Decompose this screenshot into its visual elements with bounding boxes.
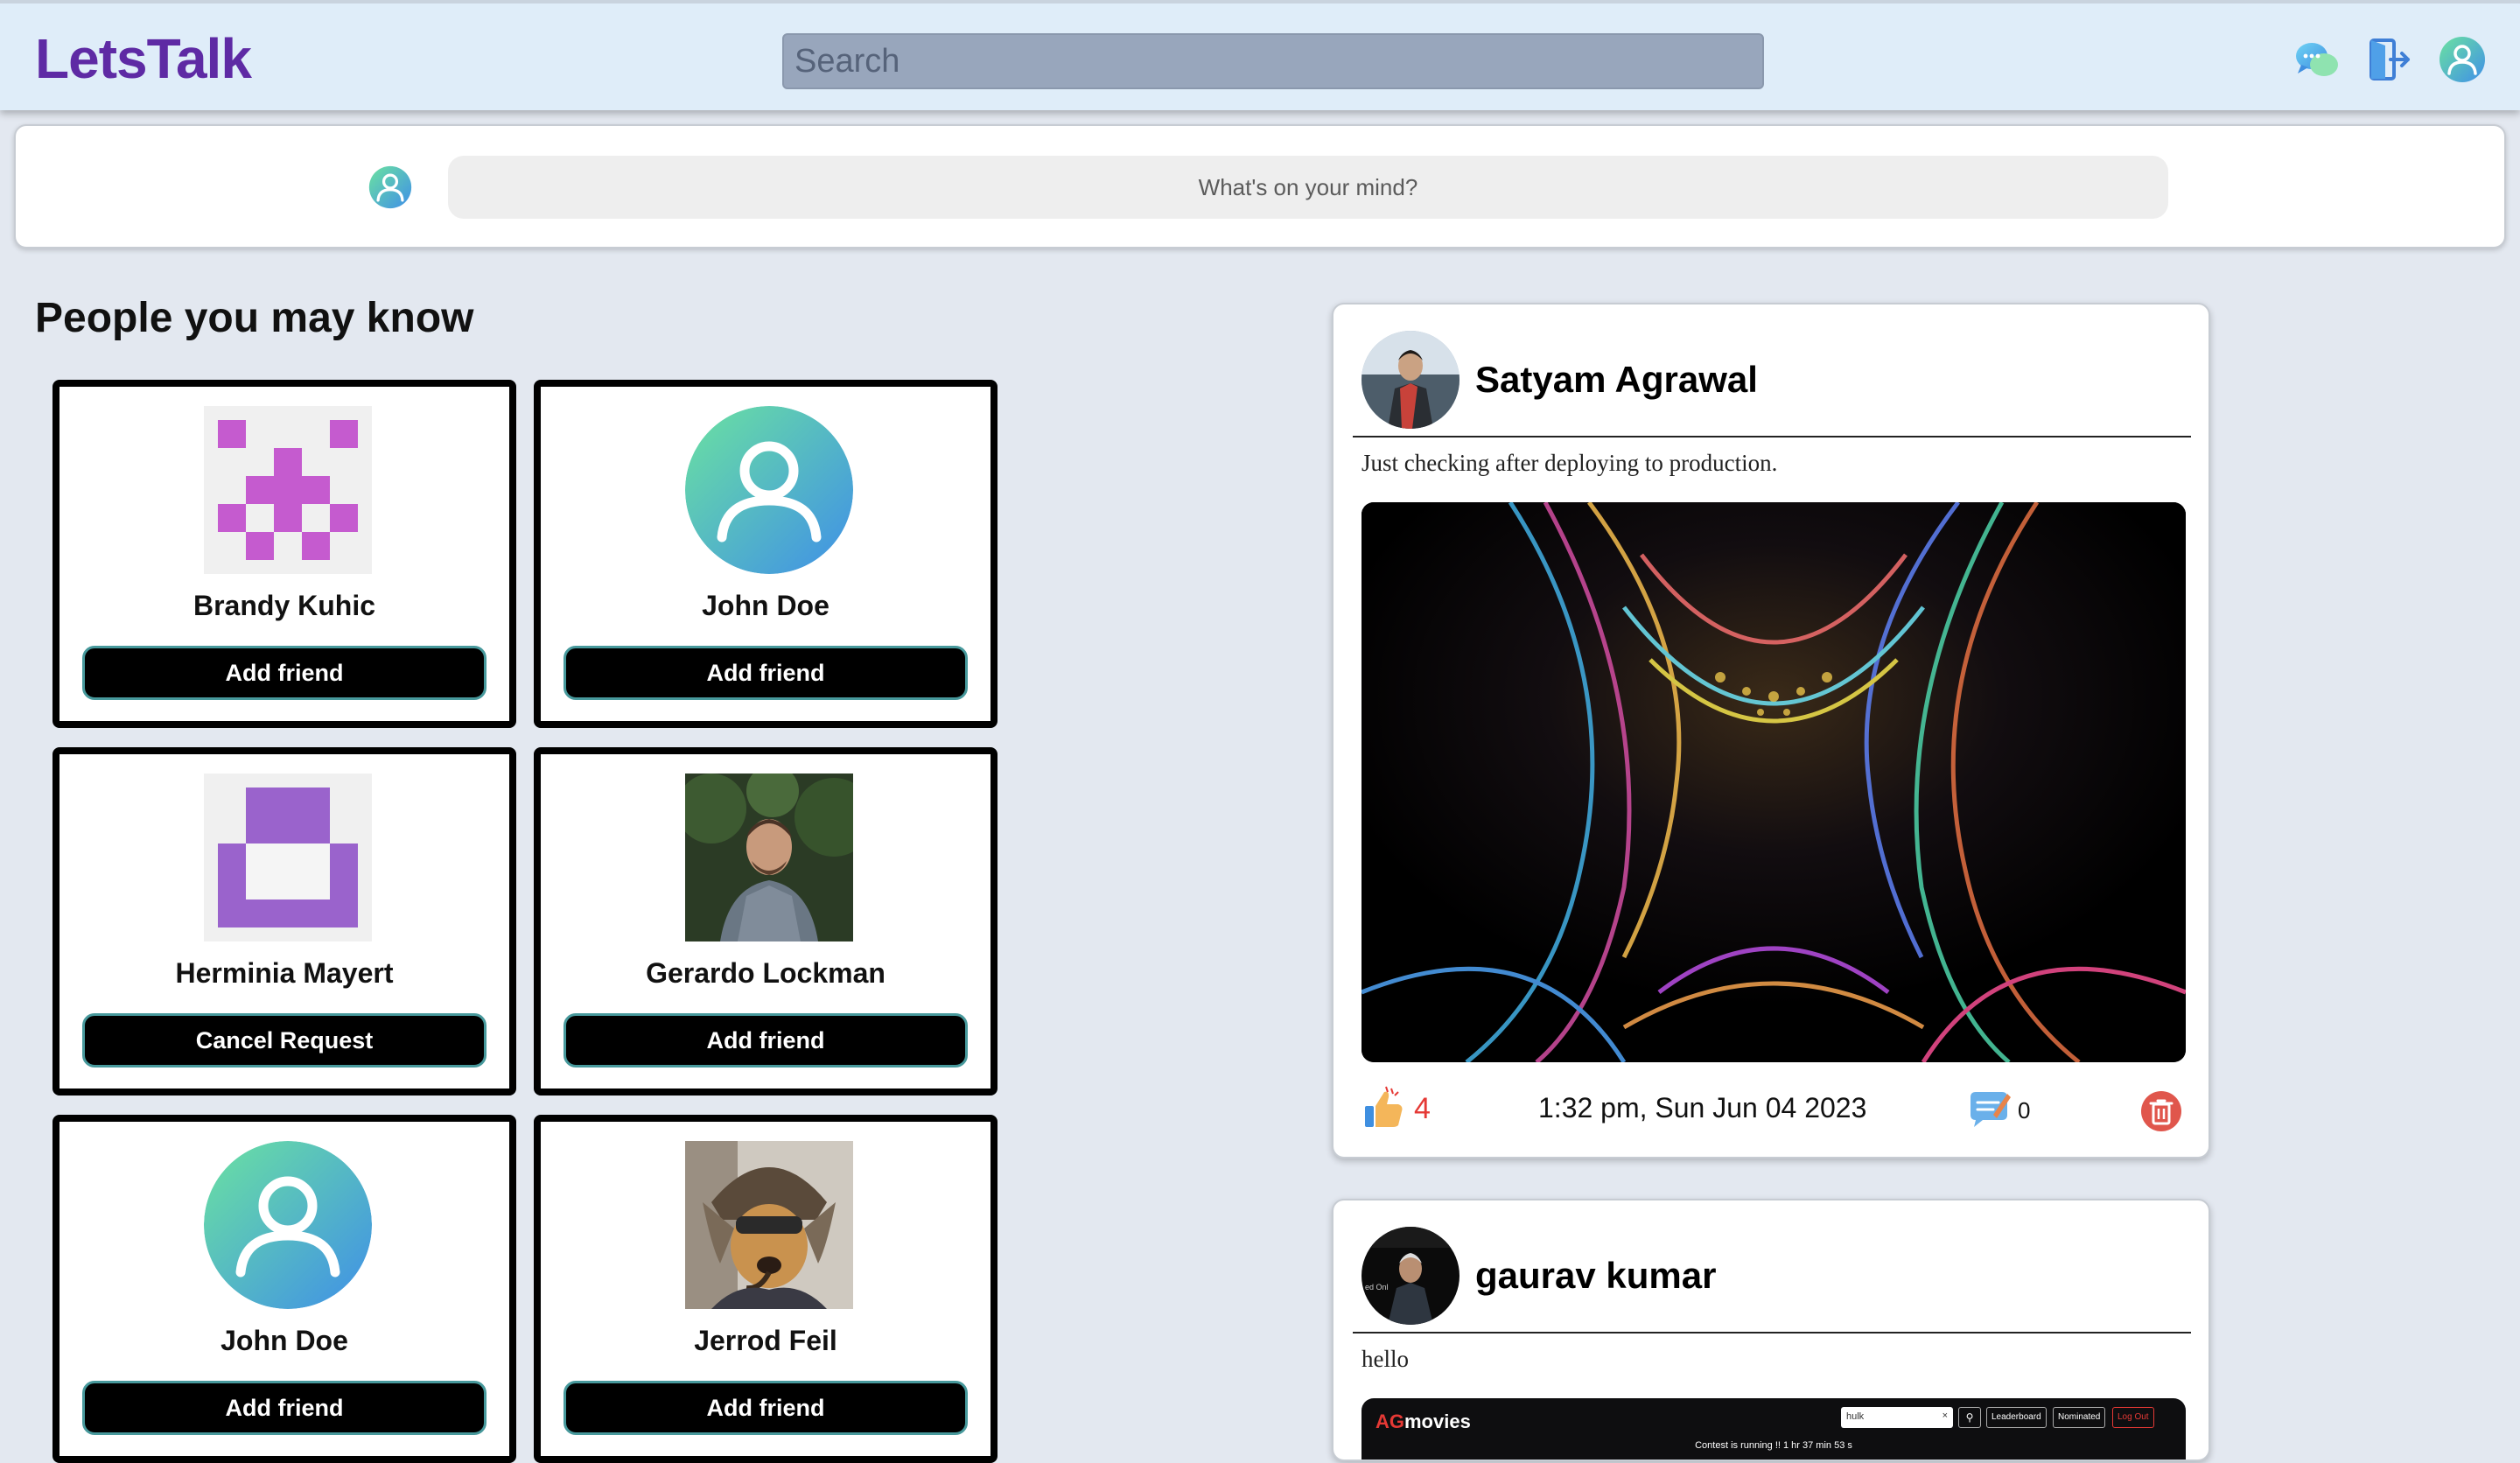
embedded-contest-banner: Contest is running !! 1 hr 37 min 53 s — [1695, 1440, 1852, 1451]
person-card: John Doe Add friend — [534, 380, 998, 728]
post-text: Just checking after deploying to product… — [1362, 450, 1778, 476]
post-text: hello — [1362, 1346, 1409, 1372]
post-composer — [14, 124, 2506, 248]
embedded-search-icon: ⚲ — [1958, 1407, 1981, 1428]
person-name: John Doe — [702, 590, 830, 621]
delete-icon[interactable] — [2140, 1090, 2182, 1132]
embedded-button: Leaderboard — [1986, 1407, 2047, 1428]
comments-count: 0 — [2018, 1097, 2031, 1124]
person-card: Brandy Kuhic Add friend — [52, 380, 516, 728]
embedded-site-logo: AGmovies — [1376, 1410, 1471, 1432]
profile-icon[interactable] — [2438, 35, 2487, 84]
post-author-name[interactable]: gaurav kumar — [1475, 1255, 1716, 1297]
likes-count: 4 — [1414, 1092, 1431, 1125]
divider — [1353, 1332, 2191, 1334]
identicon-avatar — [204, 774, 372, 942]
default-avatar-icon — [685, 406, 853, 574]
logout-icon[interactable] — [2364, 35, 2413, 84]
divider — [1353, 436, 2191, 438]
person-name: John Doe — [220, 1325, 348, 1356]
post-image[interactable] — [1362, 502, 2186, 1062]
person-card: Herminia Mayert Cancel Request — [52, 747, 516, 1096]
svg-text:ed Onl: ed Onl — [1365, 1283, 1389, 1292]
embedded-search-box: hulk × — [1841, 1407, 1953, 1428]
add-friend-button[interactable]: Add friend — [82, 646, 486, 700]
app-logo[interactable]: LetsTalk — [35, 26, 252, 91]
person-name: Herminia Mayert — [175, 957, 394, 989]
post-card: Satyam Agrawal Just checking after deplo… — [1332, 303, 2210, 1158]
identicon-avatar — [204, 406, 372, 574]
composer-avatar-icon — [368, 164, 413, 210]
profile-photo — [685, 1141, 853, 1309]
person-card: Gerardo Lockman Add friend — [534, 747, 998, 1096]
whats-on-your-mind-input[interactable] — [448, 156, 2168, 219]
person-name: Brandy Kuhic — [192, 590, 376, 621]
cancel-request-button[interactable]: Cancel Request — [82, 1013, 486, 1068]
add-friend-button[interactable]: Add friend — [564, 1013, 968, 1068]
post-image[interactable]: AGmovies hulk × ⚲ Leaderboard Nominated L… — [1362, 1398, 2186, 1460]
profile-photo — [676, 765, 873, 942]
like-icon[interactable] — [1360, 1085, 1405, 1130]
add-friend-button[interactable]: Add friend — [82, 1381, 486, 1435]
people-you-may-know-heading: People you may know — [35, 295, 474, 341]
embedded-button: Nominated — [2053, 1407, 2106, 1428]
embedded-button: Log Out — [2112, 1407, 2154, 1428]
search-input[interactable] — [782, 33, 1764, 89]
add-friend-button[interactable]: Add friend — [564, 1381, 968, 1435]
top-navbar: LetsTalk — [0, 0, 2520, 110]
post-author-name[interactable]: Satyam Agrawal — [1475, 359, 1758, 401]
add-friend-button[interactable]: Add friend — [564, 646, 968, 700]
person-card: Jerrod Feil Add friend — [534, 1115, 998, 1463]
person-card: John Doe Add friend — [52, 1115, 516, 1463]
post-card: ed Onl gaurav kumar hello AGmovies hulk ×… — [1332, 1199, 2210, 1461]
chat-icon[interactable] — [2292, 35, 2342, 84]
post-actions: 4 1:32 pm, Sun Jun 04 2023 0 — [1334, 1086, 2208, 1144]
default-avatar-icon — [204, 1141, 372, 1309]
comment-icon[interactable] — [1967, 1088, 2011, 1130]
person-name: Gerardo Lockman — [646, 957, 886, 989]
person-name: Jerrod Feil — [694, 1325, 837, 1356]
author-avatar[interactable] — [1362, 331, 1460, 429]
author-avatar[interactable]: ed Onl — [1362, 1227, 1460, 1325]
post-timestamp: 1:32 pm, Sun Jun 04 2023 — [1538, 1092, 1867, 1124]
